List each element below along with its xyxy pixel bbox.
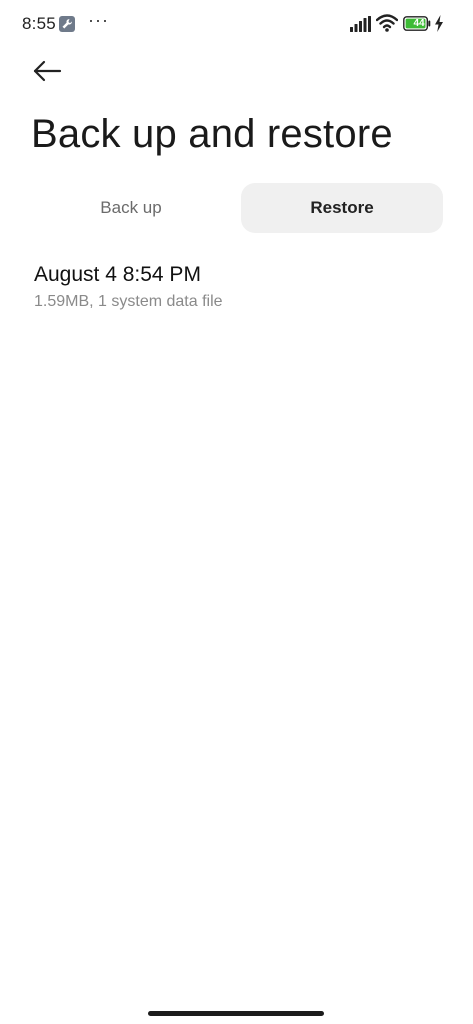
backup-list-item[interactable]: August 4 8:54 PM 1.59MB, 1 system data f… (20, 253, 453, 323)
status-time: 8:55 (22, 14, 56, 33)
back-button[interactable] (24, 52, 72, 92)
more-notifications-indicator: ··· (88, 10, 109, 30)
backup-date: August 4 8:54 PM (34, 263, 201, 286)
home-indicator[interactable] (148, 1011, 324, 1016)
status-bar: 8:55 ··· 44 (0, 0, 473, 48)
signal-icon (350, 16, 371, 32)
page-title: Back up and restore (31, 112, 393, 156)
wifi-icon (376, 14, 398, 32)
tab-restore[interactable]: Restore (241, 183, 443, 233)
wrench-icon (59, 16, 75, 32)
arrow-left-icon (33, 60, 62, 82)
screen: 8:55 ··· 44 Back up and restore Back up … (0, 0, 473, 1024)
tab-back-up[interactable]: Back up (30, 183, 232, 233)
battery-level: 44 (413, 18, 425, 29)
charging-icon (435, 15, 443, 32)
backup-details: 1.59MB, 1 system data file (34, 293, 223, 310)
tab-bar: Back up Restore (20, 183, 444, 233)
